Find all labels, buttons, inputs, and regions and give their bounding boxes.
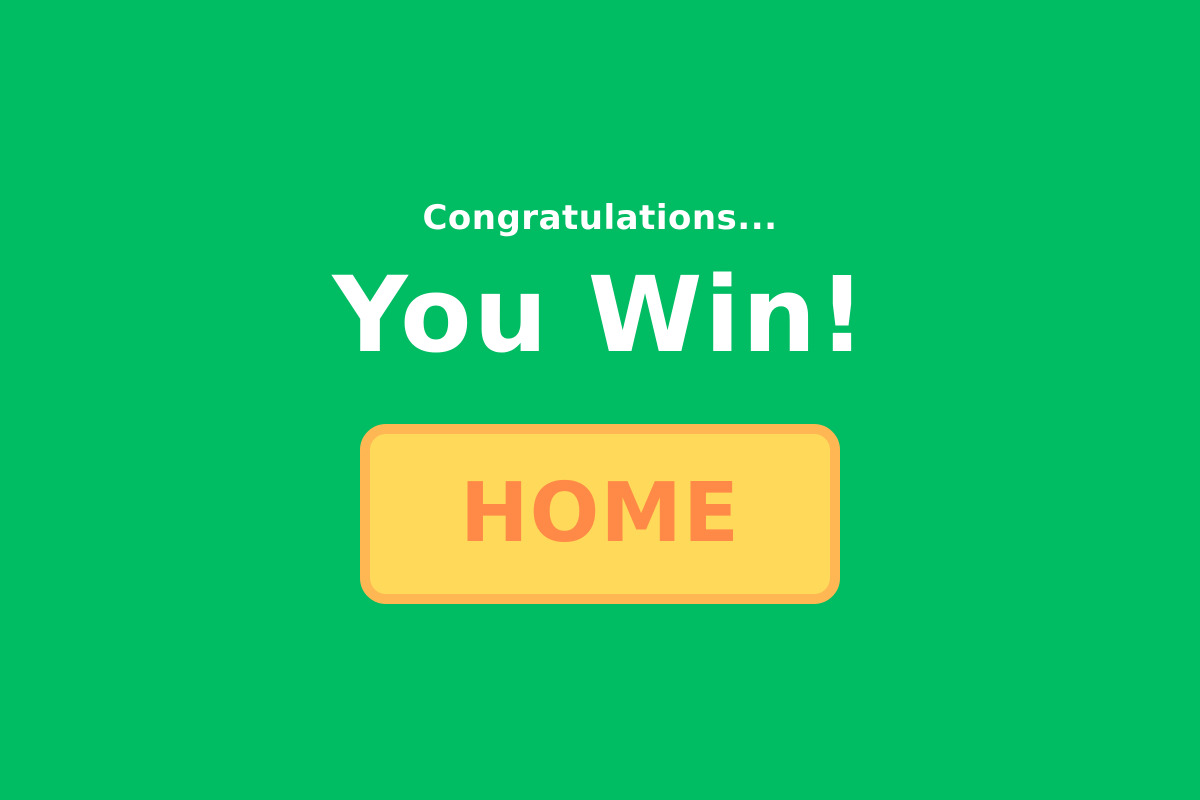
win-screen: Congratulations... You Win! HOME xyxy=(0,0,1200,800)
home-button[interactable]: HOME xyxy=(360,424,840,604)
congratulations-text: Congratulations... xyxy=(422,198,778,238)
home-button-label: HOME xyxy=(460,466,740,561)
you-win-title: You Win! xyxy=(332,254,868,376)
